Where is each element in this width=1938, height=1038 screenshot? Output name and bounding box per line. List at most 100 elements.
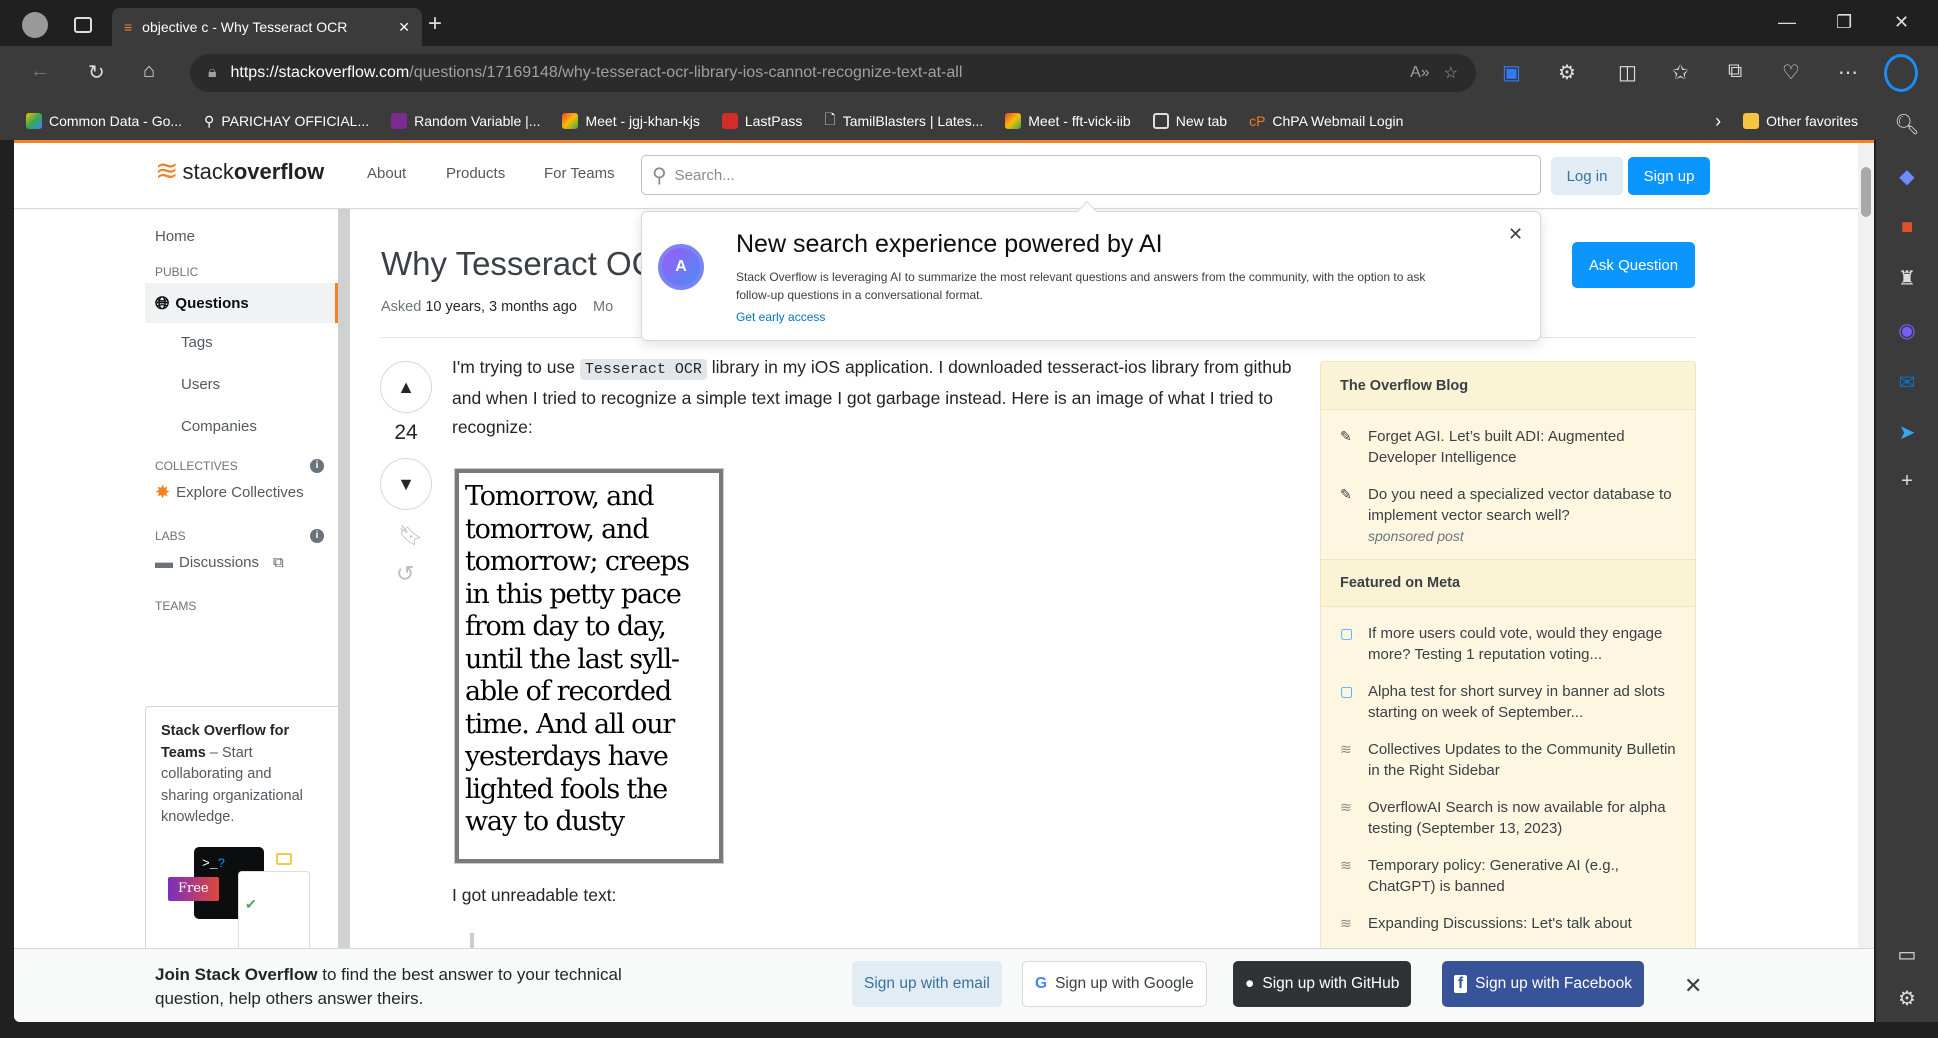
address-bar[interactable]: 🔒︎ https://stackoverflow.com/questions/1… bbox=[190, 54, 1476, 92]
blog-item[interactable]: ✎ Forget AGI. Let’s built ADI: Augmented … bbox=[1321, 426, 1695, 468]
signup-github-button[interactable]: ● Sign up with GitHub bbox=[1233, 961, 1412, 1007]
upvote-button[interactable]: ▲ bbox=[380, 361, 432, 413]
info-icon[interactable]: i bbox=[310, 529, 324, 543]
meta-item[interactable]: ▢ If more users could vote, would they en… bbox=[1321, 623, 1695, 665]
home-icon[interactable]: ⌂ bbox=[143, 60, 155, 83]
split-screen-icon[interactable]: ◫ bbox=[1618, 60, 1637, 85]
bookmark-item[interactable]: LastPass bbox=[721, 113, 802, 129]
body-paragraph: I got unreadable text: bbox=[452, 885, 617, 905]
nav-questions[interactable]: 🌐︎ Questions bbox=[145, 283, 338, 323]
key-icon: ⚲ bbox=[204, 112, 215, 129]
question-title: Why Tesseract OC bbox=[381, 245, 656, 282]
more-icon[interactable]: ⋯ bbox=[1838, 60, 1858, 85]
extensions-icon[interactable]: ⚙ bbox=[1558, 60, 1576, 85]
vote-count: 24 bbox=[394, 421, 418, 444]
tab-actions-icon[interactable] bbox=[74, 17, 92, 33]
profile-avatar[interactable] bbox=[22, 12, 48, 38]
bookmark-item[interactable]: Meet - fft-vick-iib bbox=[1005, 113, 1131, 129]
bookmark-item[interactable]: 🗋 TamilBlasters | Lates... bbox=[824, 109, 983, 133]
ask-question-button[interactable]: Ask Question bbox=[1572, 242, 1695, 288]
bookmarks-overflow-chevron-icon[interactable]: › bbox=[1715, 111, 1721, 132]
other-favorites[interactable]: Other favorites bbox=[1743, 113, 1858, 129]
bookmark-favicon bbox=[391, 113, 408, 129]
signup-button[interactable]: Sign up bbox=[1628, 157, 1710, 195]
bookmark-item[interactable]: ⚲ PARICHAY OFFICIAL... bbox=[204, 113, 369, 130]
chat-icon: ▢ bbox=[1340, 625, 1354, 641]
new-tab-icon[interactable]: + bbox=[428, 10, 442, 38]
nav-discussions[interactable]: ▬ Discussions ⧉ bbox=[145, 547, 338, 577]
nav-tags[interactable]: Tags bbox=[145, 325, 338, 359]
free-badge: Free bbox=[168, 877, 219, 901]
stackoverflow-logo[interactable]: ≋ stackoverflow bbox=[155, 157, 324, 185]
signup-email-button[interactable]: Sign up with email bbox=[852, 961, 1002, 1007]
minimize-icon[interactable]: — bbox=[1778, 12, 1796, 33]
health-icon[interactable]: ♡ bbox=[1782, 60, 1800, 85]
favorites-icon[interactable]: ✩ bbox=[1672, 60, 1689, 85]
nav-about[interactable]: About bbox=[367, 165, 406, 182]
tools-icon[interactable]: ■ bbox=[1892, 216, 1922, 246]
info-icon[interactable]: i bbox=[310, 459, 324, 473]
shopping-tag-icon[interactable]: ◆ bbox=[1892, 164, 1922, 194]
question-body: I'm trying to use Tesseract OCR library … bbox=[452, 353, 1312, 442]
drive-icon bbox=[26, 113, 42, 129]
bing-copilot-icon[interactable] bbox=[1884, 54, 1918, 92]
chat-bubble-graphic bbox=[276, 853, 292, 865]
logo-text: stackoverflow bbox=[182, 159, 325, 184]
left-nav: Home PUBLIC 🌐︎ Questions Tags Users Compa… bbox=[145, 209, 338, 617]
bookmark-item[interactable]: New tab bbox=[1152, 113, 1227, 129]
favorite-star-icon[interactable]: ☆ bbox=[1444, 63, 1458, 83]
downvote-button[interactable]: ▼ bbox=[380, 458, 432, 510]
signup-google-button[interactable]: G Sign up with Google bbox=[1022, 961, 1207, 1007]
nav-companies[interactable]: Companies bbox=[145, 409, 338, 443]
get-early-access-link[interactable]: Get early access bbox=[736, 310, 825, 324]
login-button[interactable]: Log in bbox=[1551, 157, 1623, 195]
meta-item[interactable]: ≋ Temporary policy: Generative AI (e.g., … bbox=[1321, 855, 1695, 897]
meta-item[interactable]: ≋ OverflowAI Search is now available for … bbox=[1321, 797, 1695, 839]
search-input[interactable]: ⚲ Search... bbox=[641, 155, 1541, 195]
bookmark-icon[interactable]: 🔖︎ bbox=[398, 523, 423, 548]
sample-text-image[interactable]: Tomorrow, and tomorrow, and tomorrow; cr… bbox=[455, 469, 723, 863]
browser-tab-active[interactable]: ≡ objective c - Why Tesseract OCR ✕ bbox=[112, 8, 422, 46]
games-icon[interactable]: ♜ bbox=[1892, 266, 1922, 296]
blog-item[interactable]: ✎ Do you need a specialized vector databa… bbox=[1321, 484, 1695, 547]
restore-icon[interactable]: ❐ bbox=[1836, 12, 1852, 33]
microsoft365-icon[interactable]: ◉ bbox=[1892, 318, 1922, 348]
settings-gear-icon[interactable]: ⚙ bbox=[1892, 986, 1922, 1016]
nav-home[interactable]: Home bbox=[145, 219, 338, 253]
meta-header: Featured on Meta bbox=[1321, 559, 1695, 607]
left-nav-scrollbar[interactable] bbox=[338, 209, 350, 1022]
refresh-icon[interactable]: ↻ bbox=[88, 60, 105, 85]
history-icon[interactable]: ↺ bbox=[396, 561, 414, 587]
page-scrollbar[interactable] bbox=[1858, 143, 1874, 1022]
meta-item[interactable]: ≋ Expanding Discussions: Let's talk about bbox=[1321, 913, 1695, 934]
bookmark-item[interactable]: Random Variable |... bbox=[391, 113, 540, 129]
meta-item[interactable]: ≋ Collectives Updates to the Community Bu… bbox=[1321, 739, 1695, 781]
signup-facebook-button[interactable]: f Sign up with Facebook bbox=[1442, 961, 1644, 1007]
telegram-icon[interactable]: ➤ bbox=[1892, 420, 1922, 450]
search-icon[interactable]: 🔍︎ bbox=[1892, 112, 1922, 142]
facebook-icon: f bbox=[1454, 975, 1468, 993]
nav-for-teams[interactable]: For Teams bbox=[544, 165, 615, 182]
bookmark-item[interactable]: Common Data - Go... bbox=[26, 113, 182, 129]
back-icon[interactable]: ← bbox=[30, 60, 50, 83]
collectives-star-icon: ✸ bbox=[155, 481, 171, 502]
close-window-icon[interactable]: ✕ bbox=[1894, 12, 1909, 33]
add-sidebar-icon[interactable]: + bbox=[1892, 470, 1922, 500]
hide-sidebar-icon[interactable]: ▭ bbox=[1892, 942, 1922, 972]
close-tab-icon[interactable]: ✕ bbox=[398, 19, 410, 36]
close-banner-icon[interactable]: ✕ bbox=[1684, 973, 1702, 999]
outlook-icon[interactable]: ✉ bbox=[1892, 370, 1922, 400]
bookmark-item[interactable]: cP ChPA Webmail Login bbox=[1249, 113, 1403, 129]
close-popup-icon[interactable]: ✕ bbox=[1508, 224, 1523, 245]
collections-icon[interactable]: ⧉ bbox=[1728, 60, 1742, 83]
banner-text: Join Stack Overflow to find the best ans… bbox=[155, 965, 622, 1008]
browser-toolbar: ← ↻ ⌂ 🔒︎ https://stackoverflow.com/quest… bbox=[0, 46, 1938, 102]
read-aloud-icon[interactable]: A» bbox=[1410, 64, 1430, 82]
scrollbar-thumb[interactable] bbox=[1861, 167, 1871, 217]
ui-extension-icon[interactable]: ▣ bbox=[1502, 60, 1521, 85]
nav-products[interactable]: Products bbox=[446, 165, 505, 182]
nav-users[interactable]: Users bbox=[145, 367, 338, 401]
nav-explore-collectives[interactable]: ✸ Explore Collectives bbox=[145, 477, 338, 507]
meta-item[interactable]: ▢ Alpha test for short survey in banner a… bbox=[1321, 681, 1695, 723]
bookmark-item[interactable]: Meet - jgj-khan-kjs bbox=[562, 113, 700, 129]
